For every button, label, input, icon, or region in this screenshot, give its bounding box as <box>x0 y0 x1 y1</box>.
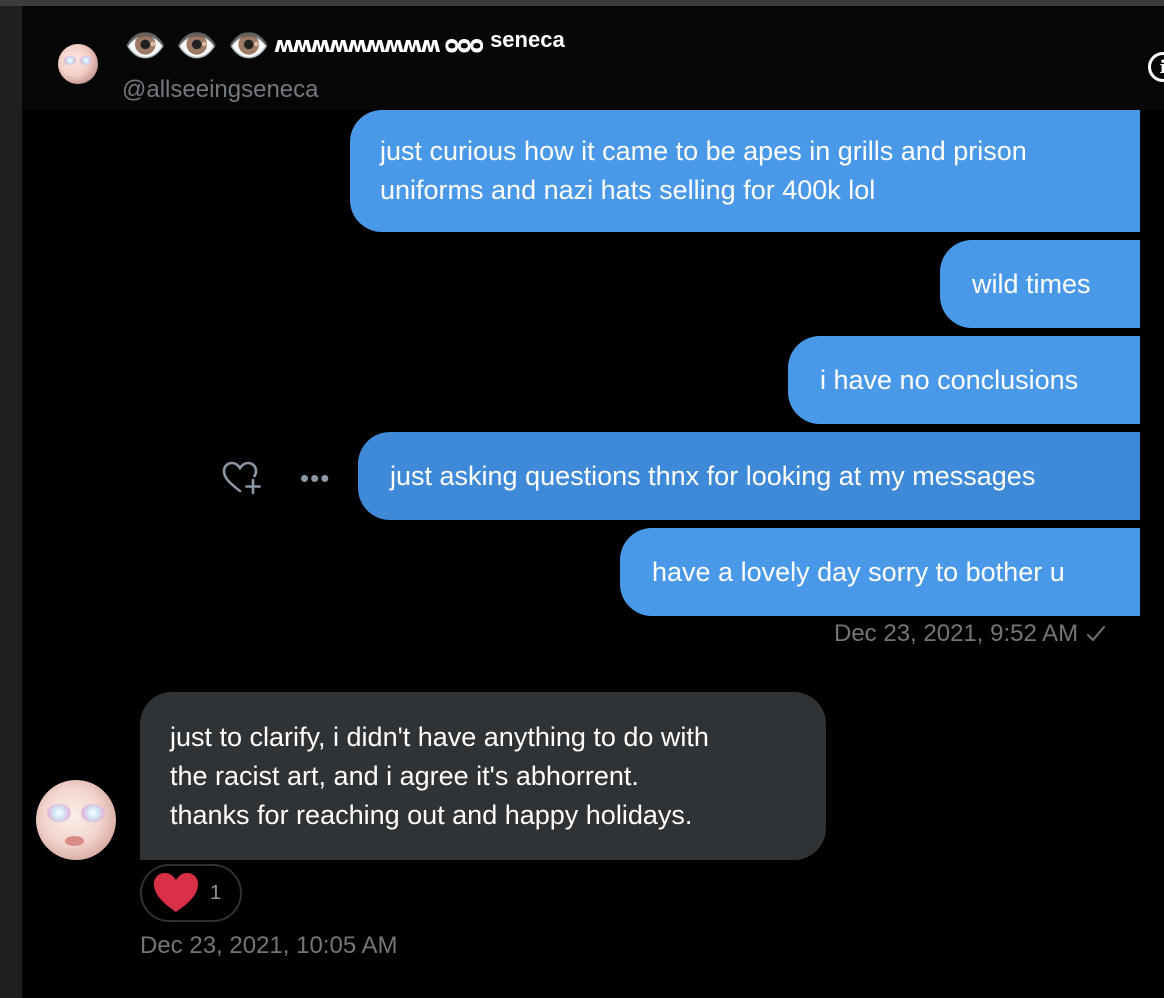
user-handle[interactable]: @allseeingseneca <box>122 76 319 104</box>
reaction-badge[interactable]: 1 <box>140 864 242 922</box>
header-avatar[interactable] <box>58 44 98 84</box>
reaction-count: 1 <box>210 881 222 904</box>
incoming-timestamp: Dec 23, 2021, 10:05 AM <box>140 932 398 959</box>
message-text: just asking questions thnx for looking a… <box>390 460 1036 491</box>
conversation-header: 👁️ 👁️ 👁️ ʍʍʍʍʍʍʍʍʍ ᴑᴑᴑ seneca @allseeing… <box>22 6 1164 110</box>
more-icon[interactable]: ••• <box>300 465 330 491</box>
display-name-decoration: ʍʍʍʍʍʍʍʍʍ ᴑᴑᴑ <box>273 33 484 58</box>
outgoing-message[interactable]: i have no conclusions <box>788 336 1140 424</box>
outgoing-timestamp: Dec 23, 2021, 9:52 AM <box>834 620 1106 648</box>
message-text: have a lovely day sorry to bother u <box>652 556 1065 587</box>
message-text: wild times <box>972 268 1091 299</box>
eye-emoji-group: 👁️ 👁️ 👁️ <box>124 27 270 65</box>
display-name[interactable]: 👁️ 👁️ 👁️ ʍʍʍʍʍʍʍʍʍ ᴑᴑᴑ seneca <box>124 26 565 66</box>
message-text: just curious how it came to be apes in g… <box>380 136 1027 205</box>
outgoing-message[interactable]: just curious how it came to be apes in g… <box>350 110 1140 232</box>
outgoing-message[interactable]: just asking questions thnx for looking a… <box>358 432 1140 520</box>
display-name-word: seneca <box>490 27 565 52</box>
timestamp-text: Dec 23, 2021, 9:52 AM <box>834 620 1079 647</box>
avatar-mouth <box>64 836 84 846</box>
info-icon[interactable]: i <box>1148 52 1164 82</box>
message-text: just to clarify, i didn't have anything … <box>170 721 709 830</box>
sender-avatar[interactable] <box>36 780 116 860</box>
incoming-message[interactable]: just to clarify, i didn't have anything … <box>140 692 826 860</box>
heart-plus-icon[interactable] <box>222 460 262 496</box>
check-icon <box>1087 626 1106 641</box>
message-actions: ••• <box>222 460 330 496</box>
message-text: i have no conclusions <box>820 364 1079 395</box>
window-left-edge <box>0 6 22 998</box>
outgoing-message[interactable]: wild times <box>940 240 1140 328</box>
dm-window: 👁️ 👁️ 👁️ ʍʍʍʍʍʍʍʍʍ ᴑᴑᴑ seneca @allseeing… <box>0 0 1164 998</box>
outgoing-message[interactable]: have a lovely day sorry to bother u <box>620 528 1140 616</box>
heart-icon <box>154 873 198 912</box>
